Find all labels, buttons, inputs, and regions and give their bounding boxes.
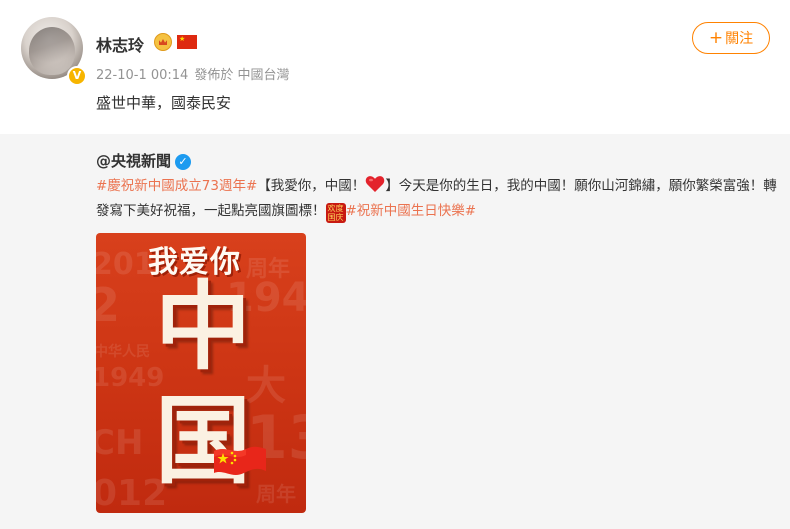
verified-badge-icon: V <box>67 66 87 86</box>
avatar-photo <box>29 27 75 75</box>
poster-char-zhong: 中 <box>155 271 251 383</box>
poster-bg-text: 中华人民 <box>96 344 150 360</box>
poster-image[interactable]: 2012 周年 2 1949 中华人民 1949 大 CH 13 012 周年 … <box>96 233 306 513</box>
festival-icon: 欢度国庆 <box>325 203 346 223</box>
plus-icon: + <box>708 28 724 48</box>
repost-text: #慶祝新中國成立73週年#【我愛你，中國！ 】今天是你的生日，我的中國！願你山河錦… <box>96 174 786 224</box>
post-text: 盛世中華，國泰民安 <box>96 94 232 112</box>
repost-card[interactable]: @央視新聞 ✓ #慶祝新中國成立73週年#【我愛你，中國！ 】今天是你的生日，我的中… <box>0 134 790 529</box>
post-timestamp[interactable]: 22-10-1 00:14 <box>96 68 188 83</box>
repost-author-name[interactable]: @央視新聞 <box>96 152 171 170</box>
follow-button[interactable]: + 關注 <box>692 22 770 54</box>
china-flag-icon: ★ <box>177 35 197 49</box>
poster-bg-text: 周年 <box>256 482 296 506</box>
waving-flag-icon <box>212 445 268 479</box>
post-source: 發佈於 中國台灣 <box>194 68 290 83</box>
heart-icon <box>365 175 385 193</box>
blue-verified-icon: ✓ <box>175 154 192 170</box>
hashtag-link[interactable]: #祝新中國生日快樂# <box>346 203 477 219</box>
poster-bg-text: 2 <box>96 278 121 332</box>
hashtag-link[interactable]: #慶祝新中國成立73週年# <box>96 178 257 194</box>
poster-bg-text: CH <box>96 423 144 463</box>
post-meta: 22-10-1 00:14 發佈於 中國台灣 <box>96 64 289 83</box>
repost-author[interactable]: @央視新聞 ✓ <box>96 150 192 171</box>
crown-icon[interactable] <box>154 33 172 51</box>
repost-text-part1: 【我愛你，中國！ <box>257 178 366 194</box>
follow-label: 關注 <box>725 31 754 47</box>
username[interactable]: 林志玲 <box>96 32 144 56</box>
weibo-post: V 林志玲 ★ 22-10-1 00:14 發佈於 中國台灣 盛世中華，國泰民安 … <box>0 0 790 529</box>
